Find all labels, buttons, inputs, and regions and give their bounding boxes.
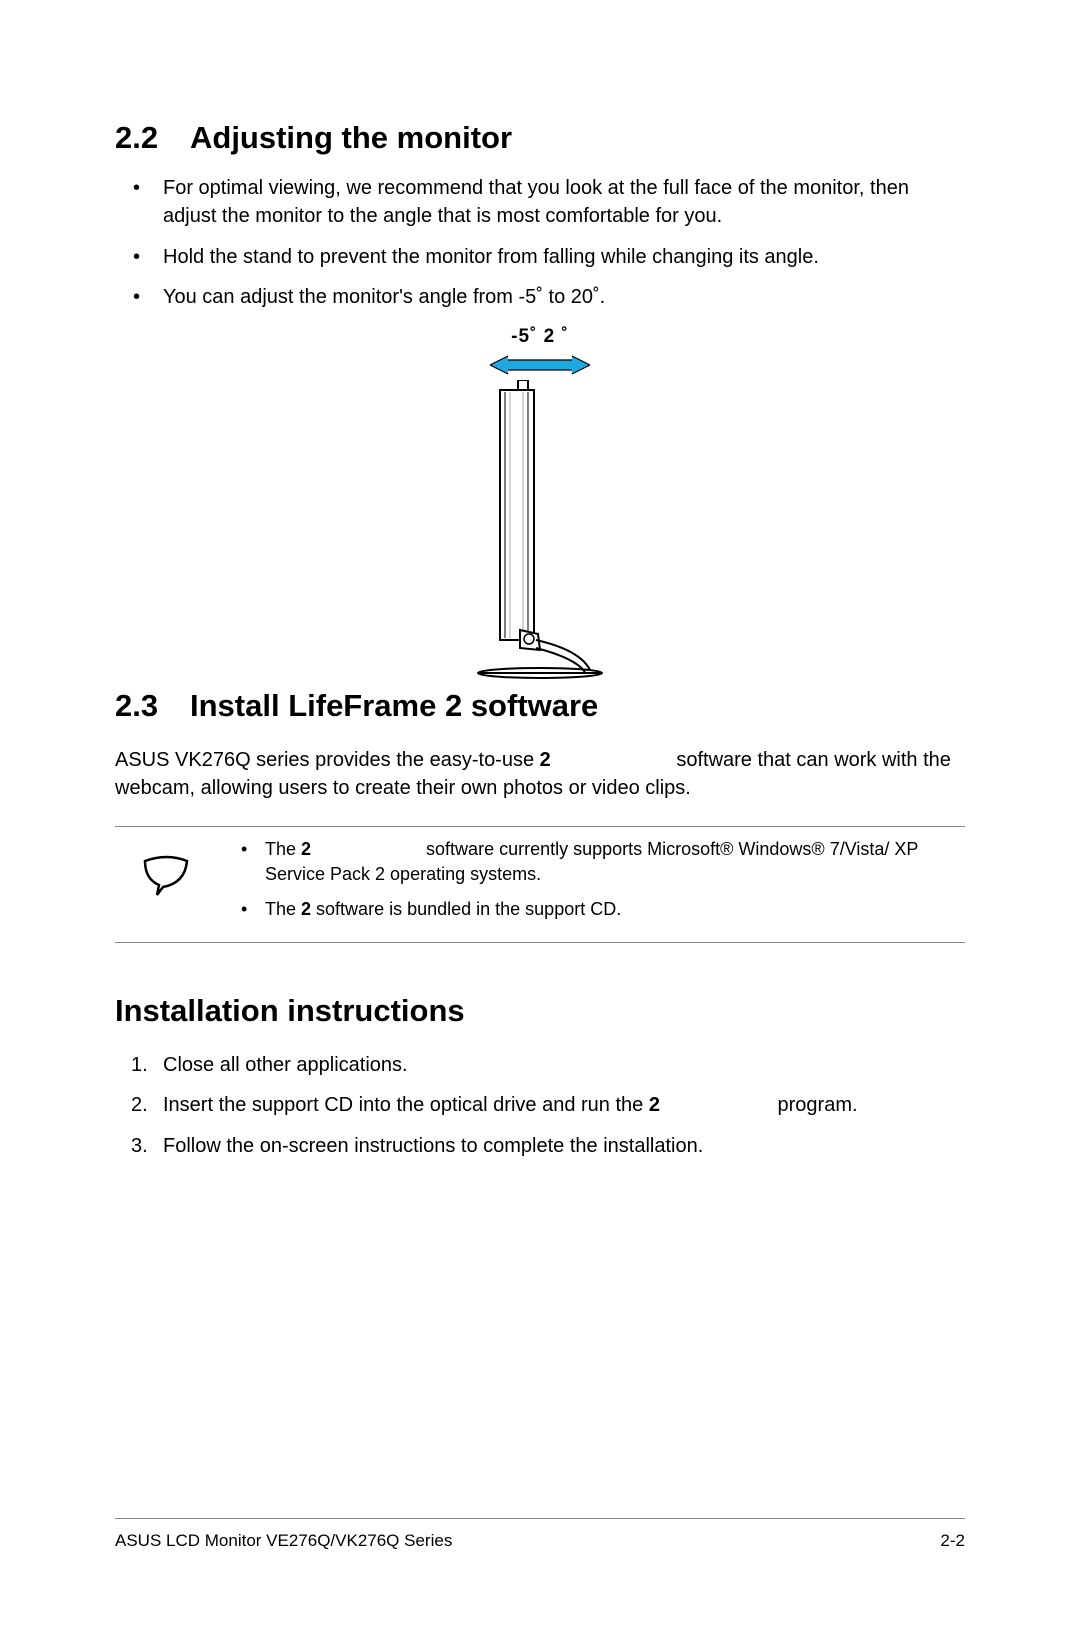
section-number: 2.2 [115, 120, 190, 156]
page-footer: ASUS LCD Monitor VE276Q/VK276Q Series 2-… [115, 1518, 965, 1551]
tilt-diagram: -5˚ 2 ˚ [115, 326, 965, 680]
list-item: The 2 software currently supports Micros… [265, 837, 965, 887]
list-item: The 2 software is bundled in the support… [265, 897, 965, 922]
section-number: 2.3 [115, 688, 190, 724]
adjust-bullet-list: For optimal viewing, we recommend that y… [115, 174, 965, 312]
section-heading-2-3: 2.3 Install LifeFrame 2 software [115, 688, 965, 724]
section-title: Install LifeFrame 2 software [190, 688, 598, 724]
section2-paragraph: ASUS VK276Q series provides the easy-to-… [115, 746, 965, 803]
section-heading-2-2: 2.2 Adjusting the monitor [115, 120, 965, 156]
note-box: The 2 software currently supports Micros… [115, 826, 965, 942]
section-title: Adjusting the monitor [190, 120, 512, 156]
monitor-side-icon [460, 380, 620, 680]
list-item: You can adjust the monitor's angle from … [163, 283, 965, 311]
double-arrow-icon [490, 354, 590, 376]
list-item: Insert the support CD into the optical d… [163, 1091, 965, 1119]
installation-heading: Installation instructions [115, 993, 965, 1029]
footer-left: ASUS LCD Monitor VE276Q/VK276Q Series [115, 1531, 452, 1551]
note-icon [115, 837, 215, 897]
note-list: The 2 software currently supports Micros… [235, 837, 965, 931]
list-item: For optimal viewing, we recommend that y… [163, 174, 965, 231]
angle-label: -5˚ 2 ˚ [511, 326, 569, 348]
list-item: Hold the stand to prevent the monitor fr… [163, 243, 965, 271]
list-item: Close all other applications. [163, 1051, 965, 1079]
footer-page-number: 2-2 [940, 1531, 965, 1551]
installation-steps: Close all other applications. Insert the… [115, 1051, 965, 1160]
list-item: Follow the on-screen instructions to com… [163, 1132, 965, 1160]
